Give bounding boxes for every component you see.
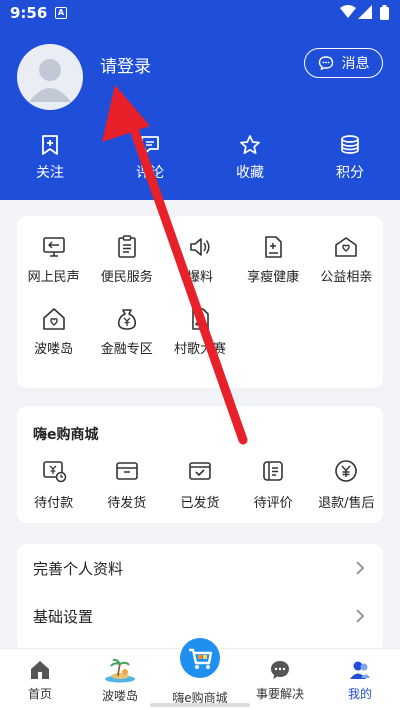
settings-row-label: 完善个人资料 bbox=[33, 560, 124, 578]
profile-icon bbox=[350, 661, 370, 679]
service-bolou-island[interactable]: 波喽岛 bbox=[17, 306, 90, 378]
tab-label: 我的 bbox=[347, 687, 372, 701]
comment-icon bbox=[141, 136, 159, 154]
order-label: 已发货 bbox=[180, 496, 220, 511]
avatar[interactable] bbox=[17, 44, 83, 110]
cart-icon bbox=[180, 638, 220, 678]
heart-house-icon bbox=[42, 308, 65, 330]
quick-comment[interactable]: 评论 bbox=[100, 134, 200, 182]
service-convenience[interactable]: 便民服务 bbox=[90, 234, 163, 306]
settings-row-basic[interactable]: 基础设置 bbox=[33, 606, 373, 630]
tab-mine[interactable]: 我的 bbox=[320, 649, 400, 710]
heart-mail-icon bbox=[335, 237, 358, 257]
settings-row-profile[interactable]: 完善个人资料 bbox=[33, 558, 373, 582]
tab-label: 事要解决 bbox=[255, 687, 304, 701]
profile-header: 请登录 消息 关注 评论 收藏 积分 bbox=[0, 28, 400, 200]
yuan-icon bbox=[335, 460, 358, 482]
island-icon bbox=[105, 659, 135, 683]
services-card: 网上民声 便民服务 爆料 享瘦健康 公益相亲 波喽岛 金融专区 村歌大赛 bbox=[17, 216, 383, 388]
quick-favorite-label: 收藏 bbox=[236, 165, 264, 181]
service-label: 便民服务 bbox=[100, 270, 153, 285]
service-health[interactable]: 享瘦健康 bbox=[237, 234, 310, 306]
service-label: 波喽岛 bbox=[34, 342, 74, 357]
order-label: 待评价 bbox=[253, 496, 293, 511]
star-icon bbox=[240, 135, 260, 155]
order-pending-review[interactable]: 待评价 bbox=[237, 458, 310, 511]
tab-label: 波喽岛 bbox=[101, 689, 138, 703]
shop-card: 嗨e购商城 待付款 待发货 已发货 待评价 退款/售后 bbox=[17, 406, 383, 523]
status-time: 9:56 bbox=[10, 4, 48, 22]
health-doc-icon bbox=[265, 236, 282, 258]
quick-favorite[interactable]: 收藏 bbox=[200, 134, 300, 182]
order-label: 退款/售后 bbox=[318, 496, 375, 511]
music-doc-icon bbox=[192, 308, 209, 330]
tab-shop[interactable]: 嗨e购商城 bbox=[160, 637, 240, 710]
order-shipped[interactable]: 已发货 bbox=[163, 458, 236, 511]
wifi-icon bbox=[340, 5, 356, 18]
order-pending-shipment[interactable]: 待发货 bbox=[90, 458, 163, 511]
service-label: 爆料 bbox=[186, 270, 213, 285]
quick-follow[interactable]: 关注 bbox=[0, 134, 100, 182]
avatar-placeholder-icon bbox=[29, 59, 71, 102]
tab-issues[interactable]: 事要解决 bbox=[240, 649, 320, 710]
service-label: 享瘦健康 bbox=[247, 270, 300, 285]
shop-tab-bubble bbox=[177, 637, 223, 683]
home-icon bbox=[31, 661, 49, 679]
order-label: 待发货 bbox=[107, 496, 147, 511]
message-button[interactable]: 消息 bbox=[304, 48, 383, 78]
bookmark-icon bbox=[42, 135, 58, 155]
service-village-song[interactable]: 村歌大赛 bbox=[163, 306, 236, 378]
notification-icon: A bbox=[55, 7, 67, 19]
quick-actions: 关注 评论 收藏 积分 bbox=[0, 134, 400, 182]
monitor-icon bbox=[42, 237, 65, 257]
status-bar: 9:56 A bbox=[0, 0, 400, 28]
bottom-tab-bar: 首页 波喽岛 嗨e购商城 事要解决 我的 bbox=[0, 637, 400, 710]
money-bag-icon bbox=[117, 309, 136, 330]
service-label: 村歌大赛 bbox=[173, 342, 226, 357]
service-label: 金融专区 bbox=[100, 342, 153, 357]
service-online-voice[interactable]: 网上民声 bbox=[17, 234, 90, 306]
home-indicator bbox=[150, 703, 250, 707]
review-icon bbox=[263, 461, 283, 481]
chevron-right-icon bbox=[356, 561, 365, 575]
service-label: 公益相亲 bbox=[320, 270, 373, 285]
settings-row-label: 基础设置 bbox=[33, 608, 94, 626]
message-button-label: 消息 bbox=[341, 56, 370, 72]
chat-icon bbox=[271, 661, 289, 679]
wallet-clock-icon bbox=[42, 461, 66, 483]
tab-label: 首页 bbox=[27, 687, 52, 701]
service-tipoff[interactable]: 爆料 bbox=[163, 234, 236, 306]
shop-title: 嗨e购商城 bbox=[33, 427, 99, 443]
quick-follow-label: 关注 bbox=[36, 165, 64, 181]
battery-icon bbox=[380, 5, 389, 20]
order-pending-payment[interactable]: 待付款 bbox=[17, 458, 90, 511]
shipped-box-icon bbox=[189, 462, 211, 480]
login-link[interactable]: 请登录 bbox=[100, 52, 151, 77]
tab-home[interactable]: 首页 bbox=[0, 649, 80, 710]
service-finance[interactable]: 金融专区 bbox=[90, 306, 163, 378]
service-label: 网上民声 bbox=[27, 270, 80, 285]
tab-bolou-island[interactable]: 波喽岛 bbox=[80, 649, 160, 710]
chevron-right-icon bbox=[356, 609, 365, 623]
chat-bubble-icon bbox=[318, 56, 333, 71]
speaker-icon bbox=[190, 238, 210, 256]
order-label: 待付款 bbox=[34, 496, 74, 511]
coins-icon bbox=[341, 135, 359, 154]
signal-icon bbox=[358, 5, 372, 19]
clipboard-icon bbox=[117, 235, 136, 258]
quick-points[interactable]: 积分 bbox=[300, 134, 400, 182]
box-icon bbox=[115, 462, 138, 480]
service-matchmaking[interactable]: 公益相亲 bbox=[310, 234, 383, 306]
quick-comment-label: 评论 bbox=[136, 165, 164, 181]
order-refund[interactable]: 退款/售后 bbox=[310, 458, 383, 511]
quick-points-label: 积分 bbox=[336, 165, 364, 181]
